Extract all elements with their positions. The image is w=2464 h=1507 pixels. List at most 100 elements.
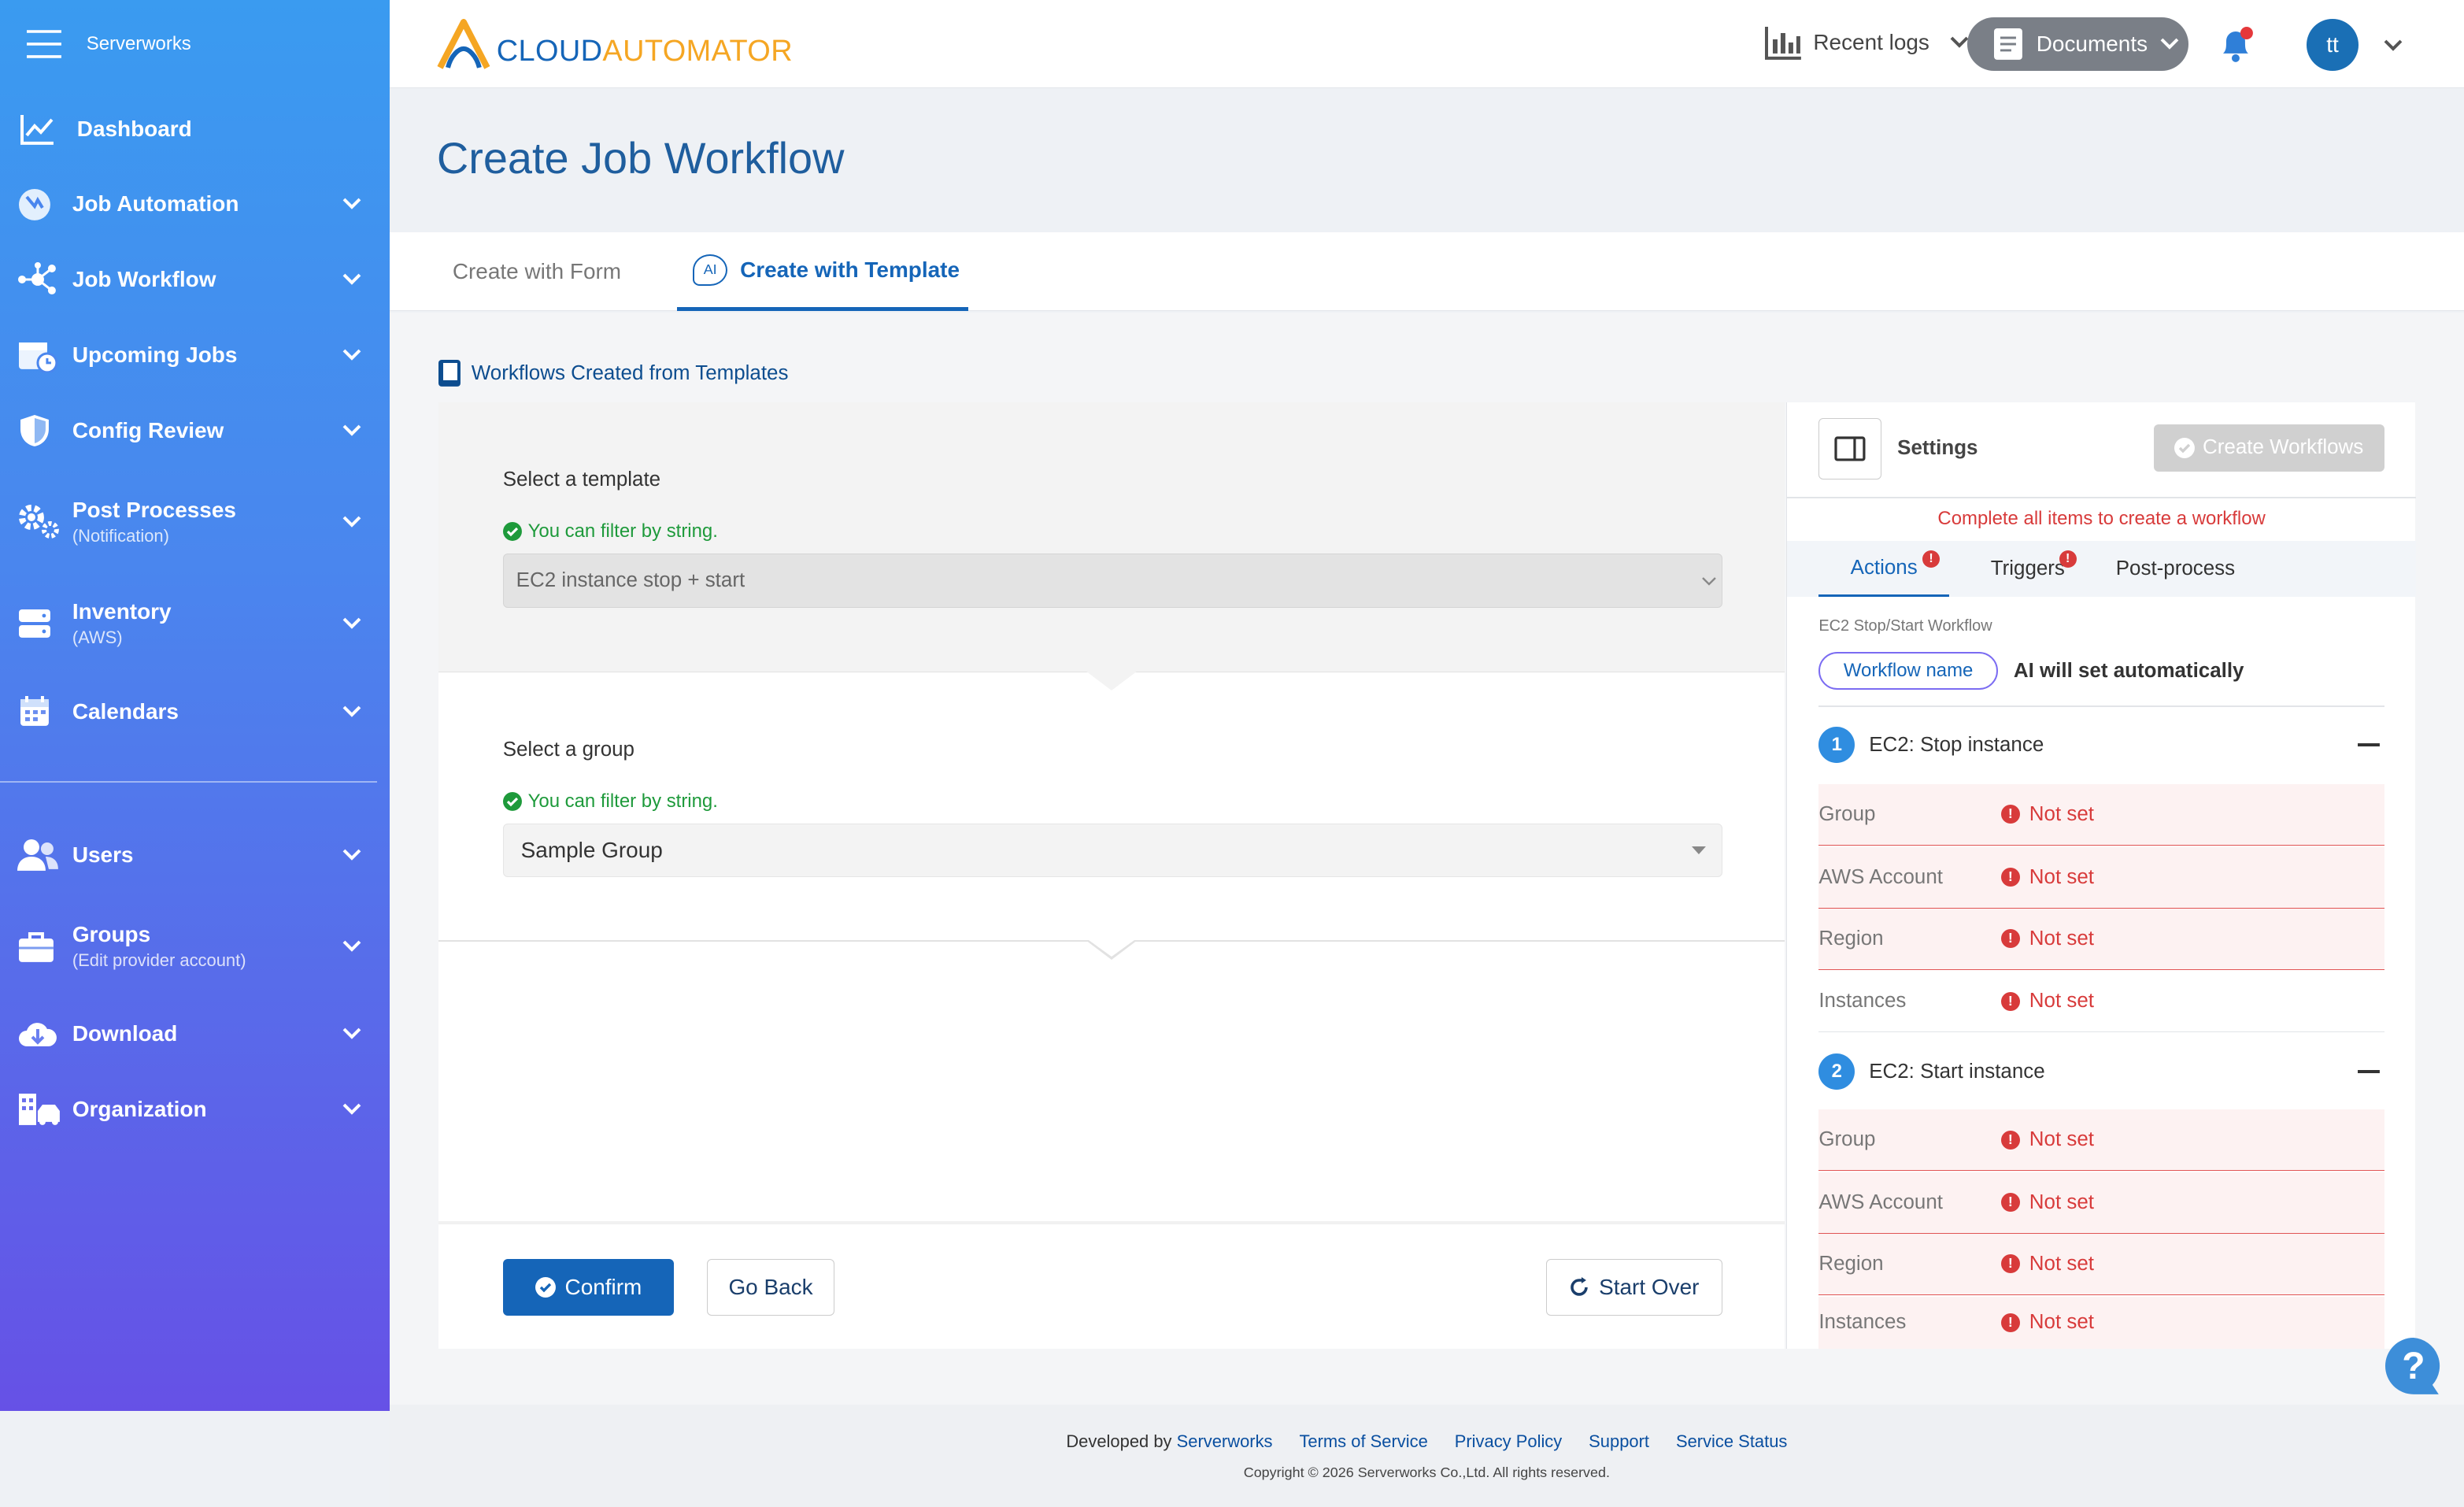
- error-icon: !: [2000, 1254, 2020, 1274]
- step-header[interactable]: 2 EC2: Start instance: [1818, 1053, 2384, 1090]
- workflow-caption: EC2 Stop/Start Workflow: [1818, 617, 1992, 635]
- chevron-down-icon: [342, 1028, 361, 1040]
- avatar[interactable]: tt: [2307, 18, 2359, 71]
- logo-mark-icon: [437, 18, 490, 69]
- logo[interactable]: CLOUDAUTOMATOR: [437, 18, 793, 69]
- sidebar-item-title: Groups: [72, 921, 151, 946]
- globe-icon: [17, 187, 52, 222]
- tab-create-with-form[interactable]: Create with Form: [453, 232, 621, 311]
- tab-label: Post-process: [2115, 557, 2236, 580]
- terms-link[interactable]: Terms of Service: [1299, 1431, 1427, 1452]
- chevron-down-icon[interactable]: [2384, 39, 2403, 52]
- tab-triggers[interactable]: Triggers !: [1965, 541, 2091, 598]
- check-circle-icon: [2174, 437, 2196, 458]
- field-value: ! Not set: [2000, 802, 2094, 826]
- help-question-icon[interactable]: ?: [2382, 1335, 2445, 1398]
- documents-button[interactable]: Documents: [1966, 17, 2189, 71]
- support-link[interactable]: Support: [1589, 1431, 1649, 1452]
- step-title: EC2: Stop instance: [1869, 733, 2044, 756]
- sidebar-item-label: Post Processes (Notification): [72, 498, 236, 546]
- sidebar-item-users[interactable]: Users: [0, 836, 390, 874]
- confirm-button[interactable]: Confirm: [502, 1258, 675, 1316]
- tab-actions[interactable]: Actions !: [1818, 541, 1949, 598]
- field-row: Group! Not set: [1818, 783, 2384, 846]
- collapse-icon[interactable]: [2357, 743, 2380, 747]
- sidebar-item-calendars[interactable]: Calendars: [0, 693, 390, 731]
- briefcase-icon: [17, 929, 55, 964]
- sidebar-item-label: Download: [72, 1021, 178, 1046]
- not-set-text: Not set: [2029, 927, 2094, 950]
- template-select-value: EC2 instance stop + start: [516, 569, 745, 591]
- field-value: ! Not set: [2000, 1128, 2094, 1151]
- field-label: Group: [1818, 1128, 1876, 1151]
- sidebar-item-groups[interactable]: Groups (Edit provider account): [0, 918, 390, 975]
- settings-panel: Settings Create Workflows Complete all i…: [1786, 402, 2416, 1349]
- collapse-icon[interactable]: [2357, 1070, 2380, 1074]
- step-number: 2: [1818, 1053, 1855, 1090]
- divider: [1818, 705, 2384, 708]
- go-back-button[interactable]: Go Back: [707, 1258, 834, 1316]
- panel-toggle-button[interactable]: [1818, 417, 1882, 480]
- sidebar-item-label: Dashboard: [76, 116, 192, 141]
- tab-post-process[interactable]: Post-process: [2105, 541, 2247, 598]
- chevron-down-icon: [1701, 576, 1716, 586]
- sidebar-item-dashboard[interactable]: Dashboard: [0, 110, 390, 148]
- sidebar-item-config-review[interactable]: Config Review: [0, 412, 390, 450]
- confirm-label: Confirm: [564, 1274, 642, 1299]
- create-workflows-label: Create Workflows: [2203, 436, 2364, 459]
- error-icon: !: [2000, 1193, 2020, 1213]
- sidebar-item-upcoming-jobs[interactable]: Upcoming Jobs: [0, 336, 390, 374]
- step-header[interactable]: 1 EC2: Stop instance: [1818, 726, 2384, 764]
- group-select[interactable]: Sample Group: [502, 823, 1722, 877]
- step-arrow-inner: [1089, 939, 1135, 957]
- alert-icon: !: [2059, 550, 2077, 568]
- notification-bell-icon[interactable]: [2217, 25, 2255, 63]
- field-label: Instances: [1818, 990, 1907, 1013]
- error-icon: !: [2000, 1130, 2020, 1150]
- section-heading: Workflows Created from Templates: [438, 360, 788, 387]
- sidebar-item-job-workflow[interactable]: Job Workflow: [0, 261, 390, 298]
- sidebar-item-label: Groups (Edit provider account): [72, 922, 246, 971]
- sidebar-item-label: Inventory (AWS): [72, 599, 172, 648]
- field-value: ! Not set: [2000, 1311, 2094, 1334]
- chevron-down-icon: [342, 617, 361, 630]
- book-icon: [438, 360, 461, 387]
- menu-toggle-icon[interactable]: [26, 30, 61, 58]
- error-icon: !: [2000, 929, 2020, 949]
- step-arrow: [1086, 671, 1138, 691]
- check-circle-icon: [502, 521, 522, 541]
- not-set-text: Not set: [2029, 802, 2094, 825]
- recent-logs-button[interactable]: Recent logs: [1764, 25, 1969, 60]
- error-icon: !: [2000, 805, 2020, 824]
- developer-link[interactable]: Serverworks: [1177, 1431, 1273, 1451]
- sidebar-item-label: Job Automation: [72, 191, 239, 217]
- sidebar-item-sub: (Edit provider account): [72, 950, 246, 970]
- sidebar-item-organization[interactable]: Organization: [0, 1090, 390, 1128]
- tab-label: Actions: [1850, 556, 1918, 579]
- sidebar-item-job-automation[interactable]: Job Automation: [0, 186, 390, 224]
- template-select[interactable]: EC2 instance stop + start: [502, 553, 1722, 609]
- privacy-link[interactable]: Privacy Policy: [1455, 1431, 1563, 1452]
- service-status-link[interactable]: Service Status: [1676, 1431, 1787, 1452]
- warning-text: Complete all items to create a workflow: [1937, 507, 2266, 529]
- sidebar-item-inventory[interactable]: Inventory (AWS): [0, 595, 390, 652]
- sidebar-item-download[interactable]: Download: [0, 1015, 390, 1053]
- sidebar-item-post-processes[interactable]: Post Processes (Notification): [0, 494, 390, 550]
- chevron-down-icon: [342, 516, 361, 528]
- field-row: Region! Not set: [1818, 1233, 2384, 1295]
- settings-title: Settings: [1897, 436, 1978, 459]
- not-set-text: Not set: [2029, 865, 2094, 888]
- chart-line-icon: [20, 113, 55, 145]
- tab-create-with-template[interactable]: AI Create with Template: [677, 232, 968, 312]
- chevron-down-icon: [342, 849, 361, 861]
- field-label: Group: [1818, 802, 1876, 825]
- footer-links: Developed by Serverworks Terms of Servic…: [390, 1431, 2464, 1452]
- start-over-button[interactable]: Start Over: [1546, 1258, 1722, 1316]
- top-header: CLOUDAUTOMATOR Recent logs Documents tt: [390, 0, 2464, 88]
- error-icon: !: [2000, 1313, 2020, 1332]
- calendar-icon: [17, 694, 52, 729]
- create-workflows-button[interactable]: Create Workflows: [2153, 424, 2384, 472]
- sidebar-item-label: Config Review: [72, 417, 224, 442]
- field-label: Region: [1818, 1252, 1884, 1275]
- sidebar-item-label: Job Workflow: [72, 267, 216, 292]
